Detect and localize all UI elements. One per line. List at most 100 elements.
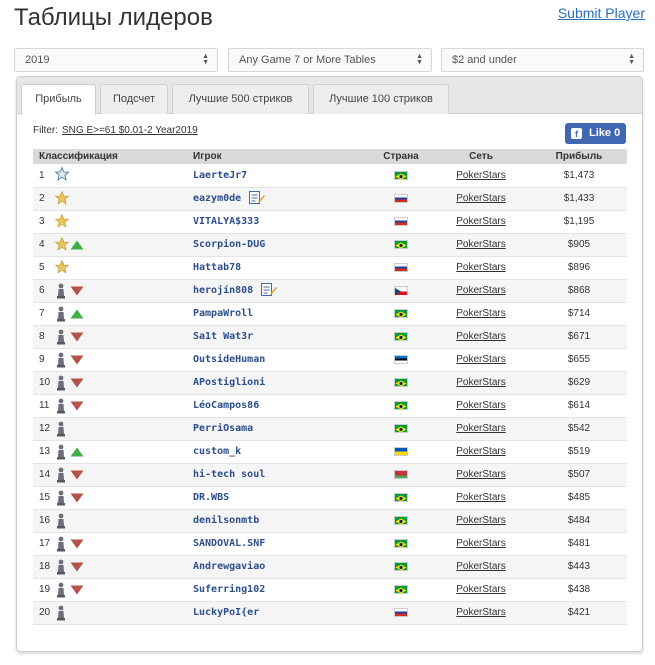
player-link[interactable]: custom_k bbox=[193, 446, 241, 457]
stakes-select[interactable]: $2 and under ▲ ▼ bbox=[441, 48, 644, 72]
player-cell: SANDOVAL.SNF bbox=[193, 532, 371, 556]
player-link[interactable]: Andrewgaviao bbox=[193, 561, 265, 572]
rank-number: 9 bbox=[39, 354, 45, 365]
table-row: 9 OutsideHuman PokerStars $655 bbox=[33, 348, 627, 372]
player-link[interactable]: eazym0de bbox=[193, 193, 241, 204]
network-link[interactable]: PokerStars bbox=[456, 285, 505, 296]
tab-count[interactable]: Подсчет bbox=[100, 84, 168, 114]
rank-number: 12 bbox=[39, 423, 51, 434]
facebook-like-button[interactable]: f Like 0 bbox=[565, 123, 626, 144]
player-cell: OutsideHuman bbox=[193, 348, 371, 372]
select-arrows-icon: ▲ ▼ bbox=[416, 53, 423, 66]
header-prize[interactable]: Прибыль bbox=[531, 149, 627, 164]
player-link[interactable]: PampaWroll bbox=[193, 308, 253, 319]
tab-top-100-streaks[interactable]: Лучшие 100 стриков bbox=[313, 84, 449, 114]
table-row: 6 herojín808 PokerStars $868 bbox=[33, 279, 627, 303]
header-rank[interactable]: Классификация bbox=[33, 149, 193, 164]
player-link[interactable]: Sa1t Wat3r bbox=[193, 331, 253, 342]
tab-profit[interactable]: Прибыль bbox=[21, 84, 96, 115]
games-select-value: Any Game 7 or More Tables bbox=[239, 54, 376, 66]
prize-cell: $905 bbox=[531, 233, 627, 257]
table-row: 19 Suferring102 PokerStars $438 bbox=[33, 578, 627, 602]
player-link[interactable]: OutsideHuman bbox=[193, 354, 265, 365]
player-link[interactable]: DR.WBS bbox=[193, 492, 229, 503]
player-link[interactable]: LuckyPoI{er bbox=[193, 607, 259, 618]
facebook-icon: f bbox=[571, 128, 582, 139]
rank-number: 3 bbox=[39, 216, 45, 227]
notes-edit-icon[interactable] bbox=[261, 282, 278, 299]
network-link[interactable]: PokerStars bbox=[456, 446, 505, 457]
pawn-icon bbox=[55, 283, 69, 299]
header-country[interactable]: Страна bbox=[371, 149, 431, 164]
network-link[interactable]: PokerStars bbox=[456, 515, 505, 526]
player-link[interactable]: denilsonmtb bbox=[193, 515, 259, 526]
rank-number: 17 bbox=[39, 538, 51, 549]
tab-top-500-streaks[interactable]: Лучшие 500 стриков bbox=[172, 84, 309, 114]
player-cell: PerriOsama bbox=[193, 417, 371, 441]
player-link[interactable]: Scorpion-DUG bbox=[193, 239, 265, 250]
network-link[interactable]: PokerStars bbox=[456, 400, 505, 411]
prize-cell: $485 bbox=[531, 486, 627, 510]
network-link[interactable]: PokerStars bbox=[456, 492, 505, 503]
rank-cell: 5 bbox=[33, 256, 193, 280]
table-row: 4 Scorpion-DUG PokerStars $905 bbox=[33, 233, 627, 257]
network-link[interactable]: PokerStars bbox=[456, 377, 505, 388]
network-link[interactable]: PokerStars bbox=[456, 262, 505, 273]
table-row: 13 custom_k PokerStars $519 bbox=[33, 440, 627, 464]
submit-player-link[interactable]: Submit Player bbox=[558, 5, 645, 21]
notes-edit-icon[interactable] bbox=[249, 190, 266, 207]
country-cell bbox=[371, 164, 431, 188]
network-link[interactable]: PokerStars bbox=[456, 561, 505, 572]
country-cell bbox=[371, 371, 431, 395]
network-link[interactable]: PokerStars bbox=[456, 193, 505, 204]
network-link[interactable]: PokerStars bbox=[456, 216, 505, 227]
table-row: 17 SANDOVAL.SNF PokerStars $481 bbox=[33, 532, 627, 556]
network-link[interactable]: PokerStars bbox=[456, 308, 505, 319]
network-link[interactable]: PokerStars bbox=[456, 239, 505, 250]
player-link[interactable]: herojín808 bbox=[193, 285, 253, 296]
player-link[interactable]: Suferring102 bbox=[193, 584, 265, 595]
country-cell bbox=[371, 509, 431, 533]
prize-cell: $443 bbox=[531, 555, 627, 579]
network-cell: PokerStars bbox=[431, 394, 531, 418]
network-link[interactable]: PokerStars bbox=[456, 331, 505, 342]
player-link[interactable]: Hattab78 bbox=[193, 262, 241, 273]
network-link[interactable]: PokerStars bbox=[456, 170, 505, 181]
player-link[interactable]: PerriOsama bbox=[193, 423, 253, 434]
table-row: 14 hi-tech soul PokerStars $507 bbox=[33, 463, 627, 487]
player-link[interactable]: LéoCampos86 bbox=[193, 400, 259, 411]
header-player[interactable]: Игрок bbox=[193, 149, 371, 164]
player-link[interactable]: LaerteJr7 bbox=[193, 170, 247, 181]
rank-number: 15 bbox=[39, 492, 51, 503]
filter-value-link[interactable]: SNG E>=61 $0.01-2 Year2019 bbox=[62, 125, 198, 136]
like-label: Like 0 bbox=[589, 127, 621, 139]
rank-cell: 16 bbox=[33, 509, 193, 533]
pawn-icon bbox=[55, 559, 69, 575]
network-link[interactable]: PokerStars bbox=[456, 354, 505, 365]
year-select[interactable]: 2019 ▲ ▼ bbox=[14, 48, 218, 72]
network-link[interactable]: PokerStars bbox=[456, 607, 505, 618]
network-cell: PokerStars bbox=[431, 555, 531, 579]
network-link[interactable]: PokerStars bbox=[456, 538, 505, 549]
player-link[interactable]: APostiglioni bbox=[193, 377, 265, 388]
network-link[interactable]: PokerStars bbox=[456, 469, 505, 480]
prize-cell: $1,433 bbox=[531, 187, 627, 211]
table-row: 5 Hattab78 PokerStars $896 bbox=[33, 256, 627, 280]
network-link[interactable]: PokerStars bbox=[456, 584, 505, 595]
games-select[interactable]: Any Game 7 or More Tables ▲ ▼ bbox=[228, 48, 432, 72]
star-icon bbox=[54, 259, 70, 276]
player-link[interactable]: hi-tech soul bbox=[193, 469, 265, 480]
table-row: 8 Sa1t Wat3r PokerStars $671 bbox=[33, 325, 627, 349]
header-network[interactable]: Сеть bbox=[431, 149, 531, 164]
network-link[interactable]: PokerStars bbox=[456, 423, 505, 434]
rank-cell: 10 bbox=[33, 371, 193, 395]
country-cell bbox=[371, 348, 431, 372]
player-link[interactable]: VITALYA$333 bbox=[193, 216, 259, 227]
rank-number: 4 bbox=[39, 239, 45, 250]
tab-bar: Прибыль Подсчет Лучшие 500 стриков Лучши… bbox=[17, 77, 642, 115]
player-link[interactable]: SANDOVAL.SNF bbox=[193, 538, 265, 549]
network-cell: PokerStars bbox=[431, 601, 531, 625]
filter-label: Filter: bbox=[33, 125, 58, 136]
rank-number: 5 bbox=[39, 262, 45, 273]
country-cell bbox=[371, 256, 431, 280]
